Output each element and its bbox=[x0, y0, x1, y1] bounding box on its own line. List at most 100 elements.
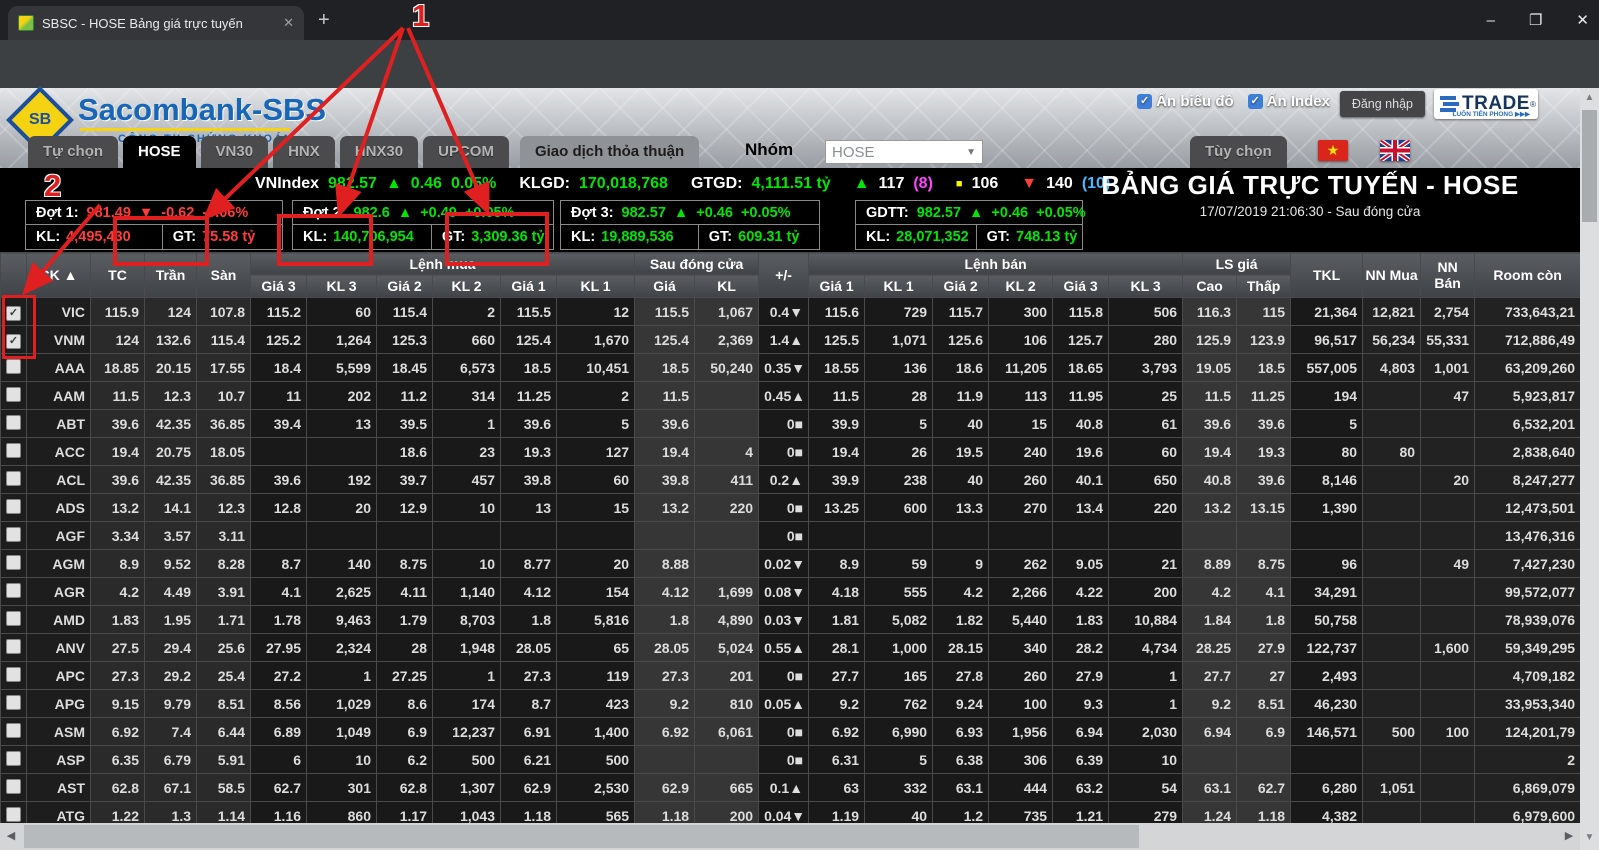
ticker-cell[interactable]: AST bbox=[27, 774, 91, 802]
cell-san: 36.85 bbox=[197, 410, 251, 438]
cell-ban-gia3: 28.2 bbox=[1053, 634, 1109, 662]
ticker-cell[interactable]: ACL bbox=[27, 466, 91, 494]
group-select[interactable]: HOSE ▼ bbox=[825, 140, 983, 164]
ticker-cell[interactable]: ANV bbox=[27, 634, 91, 662]
cell-cao: 13.2 bbox=[1183, 494, 1237, 522]
trade-logo[interactable]: TRADE ® LUÔN TIÊN PHONG ▶▶▶ bbox=[1434, 89, 1538, 119]
row-checkbox[interactable] bbox=[1, 550, 27, 578]
vietnam-flag-icon[interactable]: ★ bbox=[1318, 140, 1348, 161]
scroll-right-icon[interactable]: ▶ bbox=[1558, 823, 1580, 850]
ticker-cell[interactable]: AGR bbox=[27, 578, 91, 606]
tab-options[interactable]: Tùy chọn bbox=[1190, 136, 1287, 168]
trade-slogan: LUÔN TIÊN PHONG ▶▶▶ bbox=[1453, 110, 1530, 118]
tab-hnx[interactable]: HNX bbox=[273, 136, 335, 168]
row-checkbox[interactable] bbox=[1, 494, 27, 522]
cell-ban-kl3: 2,030 bbox=[1109, 718, 1183, 746]
cell-nn-ban bbox=[1421, 522, 1475, 550]
ticker-cell[interactable]: ABT bbox=[27, 410, 91, 438]
browser-tab[interactable]: SBSC - HOSE Bảng giá trực tuyến ✕ bbox=[8, 6, 304, 40]
tab-giao-dịch-thỏa-thuận[interactable]: Giao dịch thỏa thuận bbox=[520, 136, 699, 168]
row-checkbox[interactable] bbox=[1, 774, 27, 802]
window-restore-button[interactable]: ❐ bbox=[1529, 11, 1542, 29]
row-checkbox[interactable] bbox=[1, 634, 27, 662]
scroll-up-icon[interactable]: ▲ bbox=[1580, 88, 1599, 108]
cell-tran: 29.2 bbox=[145, 662, 197, 690]
window-minimize-button[interactable]: – bbox=[1487, 12, 1495, 29]
index-strip: VNIndex 982.57 ▲ 0.46 0.05% KLGD: 170,01… bbox=[0, 168, 1580, 252]
row-checkbox[interactable] bbox=[1, 718, 27, 746]
cell-nn-mua: 12,821 bbox=[1363, 298, 1421, 326]
vertical-scroll-thumb[interactable] bbox=[1582, 110, 1597, 222]
horizontal-scroll-thumb[interactable] bbox=[24, 825, 1139, 848]
cell-mua-kl3: 5,599 bbox=[307, 354, 377, 382]
ticker-cell[interactable]: AMD bbox=[27, 606, 91, 634]
cell-mua-gia1: 11.25 bbox=[501, 382, 557, 410]
ticker-cell[interactable]: ADS bbox=[27, 494, 91, 522]
cell-sdc-gia bbox=[635, 746, 695, 774]
cell-tran: 7.4 bbox=[145, 718, 197, 746]
cell-cao: 9.2 bbox=[1183, 690, 1237, 718]
cell-ban-kl2: 260 bbox=[989, 466, 1053, 494]
cell-nn-ban: 2,754 bbox=[1421, 298, 1475, 326]
row-checkbox[interactable] bbox=[1, 466, 27, 494]
cell-tkl bbox=[1291, 522, 1363, 550]
tab-hose[interactable]: HOSE bbox=[123, 136, 196, 168]
cell-ban-kl1: 165 bbox=[865, 662, 933, 690]
cell-mua-gia3: 115.2 bbox=[251, 298, 307, 326]
cell-mua-gia3: 62.7 bbox=[251, 774, 307, 802]
cell-ban-kl2: 5,440 bbox=[989, 606, 1053, 634]
row-checkbox[interactable] bbox=[1, 662, 27, 690]
window-close-button[interactable]: ✕ bbox=[1576, 11, 1589, 29]
horizontal-scrollbar[interactable]: ◀ ▶ bbox=[0, 823, 1580, 850]
ticker-cell[interactable]: ASM bbox=[27, 718, 91, 746]
cell-mua-kl1: 5 bbox=[557, 410, 635, 438]
row-checkbox[interactable] bbox=[1, 578, 27, 606]
uk-flag-icon[interactable] bbox=[1380, 140, 1410, 161]
hide-chart-toggle[interactable]: ✓Ẩn biểu đồ bbox=[1137, 93, 1234, 110]
cell-mua-gia2: 4.11 bbox=[377, 578, 433, 606]
ticker-cell[interactable]: ASP bbox=[27, 746, 91, 774]
login-button[interactable]: Đăng nhập bbox=[1340, 91, 1425, 117]
row-checkbox[interactable] bbox=[1, 690, 27, 718]
index-name: VNIndex bbox=[255, 175, 319, 193]
row-checkbox[interactable] bbox=[1, 438, 27, 466]
ticker-cell[interactable]: AAA bbox=[27, 354, 91, 382]
hide-index-toggle[interactable]: ✓Ẩn Index bbox=[1248, 93, 1330, 110]
ticker-cell[interactable]: VIC bbox=[27, 298, 91, 326]
row-checkbox[interactable] bbox=[1, 522, 27, 550]
scroll-down-icon[interactable]: ▼ bbox=[1580, 828, 1599, 848]
ticker-cell[interactable]: AGF bbox=[27, 522, 91, 550]
ticker-cell[interactable]: ACC bbox=[27, 438, 91, 466]
cell-cao: 6.94 bbox=[1183, 718, 1237, 746]
ticker-cell[interactable]: VNM bbox=[27, 326, 91, 354]
tab-upcom[interactable]: UPCOM bbox=[423, 136, 509, 168]
row-checkbox[interactable] bbox=[1, 746, 27, 774]
cell-sdc-gia: 9.2 bbox=[635, 690, 695, 718]
cell-nn-ban bbox=[1421, 606, 1475, 634]
cell-mua-gia1: 27.3 bbox=[501, 662, 557, 690]
ticker-cell[interactable]: APC bbox=[27, 662, 91, 690]
tab-tự-chọn[interactable]: Tự chọn bbox=[28, 136, 118, 168]
row-checkbox[interactable] bbox=[1, 606, 27, 634]
cell-ban-gia2: 4.2 bbox=[933, 578, 989, 606]
row-checkbox[interactable] bbox=[1, 410, 27, 438]
new-tab-button[interactable]: + bbox=[318, 8, 330, 32]
vertical-scrollbar[interactable]: ▲ ▼ bbox=[1580, 88, 1599, 850]
tab-close-icon[interactable]: ✕ bbox=[283, 15, 294, 31]
cell-tran: 29.4 bbox=[145, 634, 197, 662]
cell-tran: 132.6 bbox=[145, 326, 197, 354]
ticker-cell[interactable]: APG bbox=[27, 690, 91, 718]
cell-sdc-gia: 6.92 bbox=[635, 718, 695, 746]
cell-mua-gia2: 18.6 bbox=[377, 438, 433, 466]
row-checkbox[interactable] bbox=[1, 382, 27, 410]
scroll-left-icon[interactable]: ◀ bbox=[0, 823, 22, 850]
tab-hnx30[interactable]: HNX30 bbox=[340, 136, 418, 168]
subheader: KL 3 bbox=[1109, 275, 1183, 298]
ticker-cell[interactable]: AGM bbox=[27, 550, 91, 578]
ticker-cell[interactable]: AAM bbox=[27, 382, 91, 410]
cell-nn-mua bbox=[1363, 634, 1421, 662]
tab-vn30[interactable]: VN30 bbox=[201, 136, 269, 168]
cell-san: 10.7 bbox=[197, 382, 251, 410]
table-row: AAA18.8520.1517.5518.45,59918.456,57318.… bbox=[1, 354, 1581, 382]
cell-mua-kl1: 423 bbox=[557, 690, 635, 718]
